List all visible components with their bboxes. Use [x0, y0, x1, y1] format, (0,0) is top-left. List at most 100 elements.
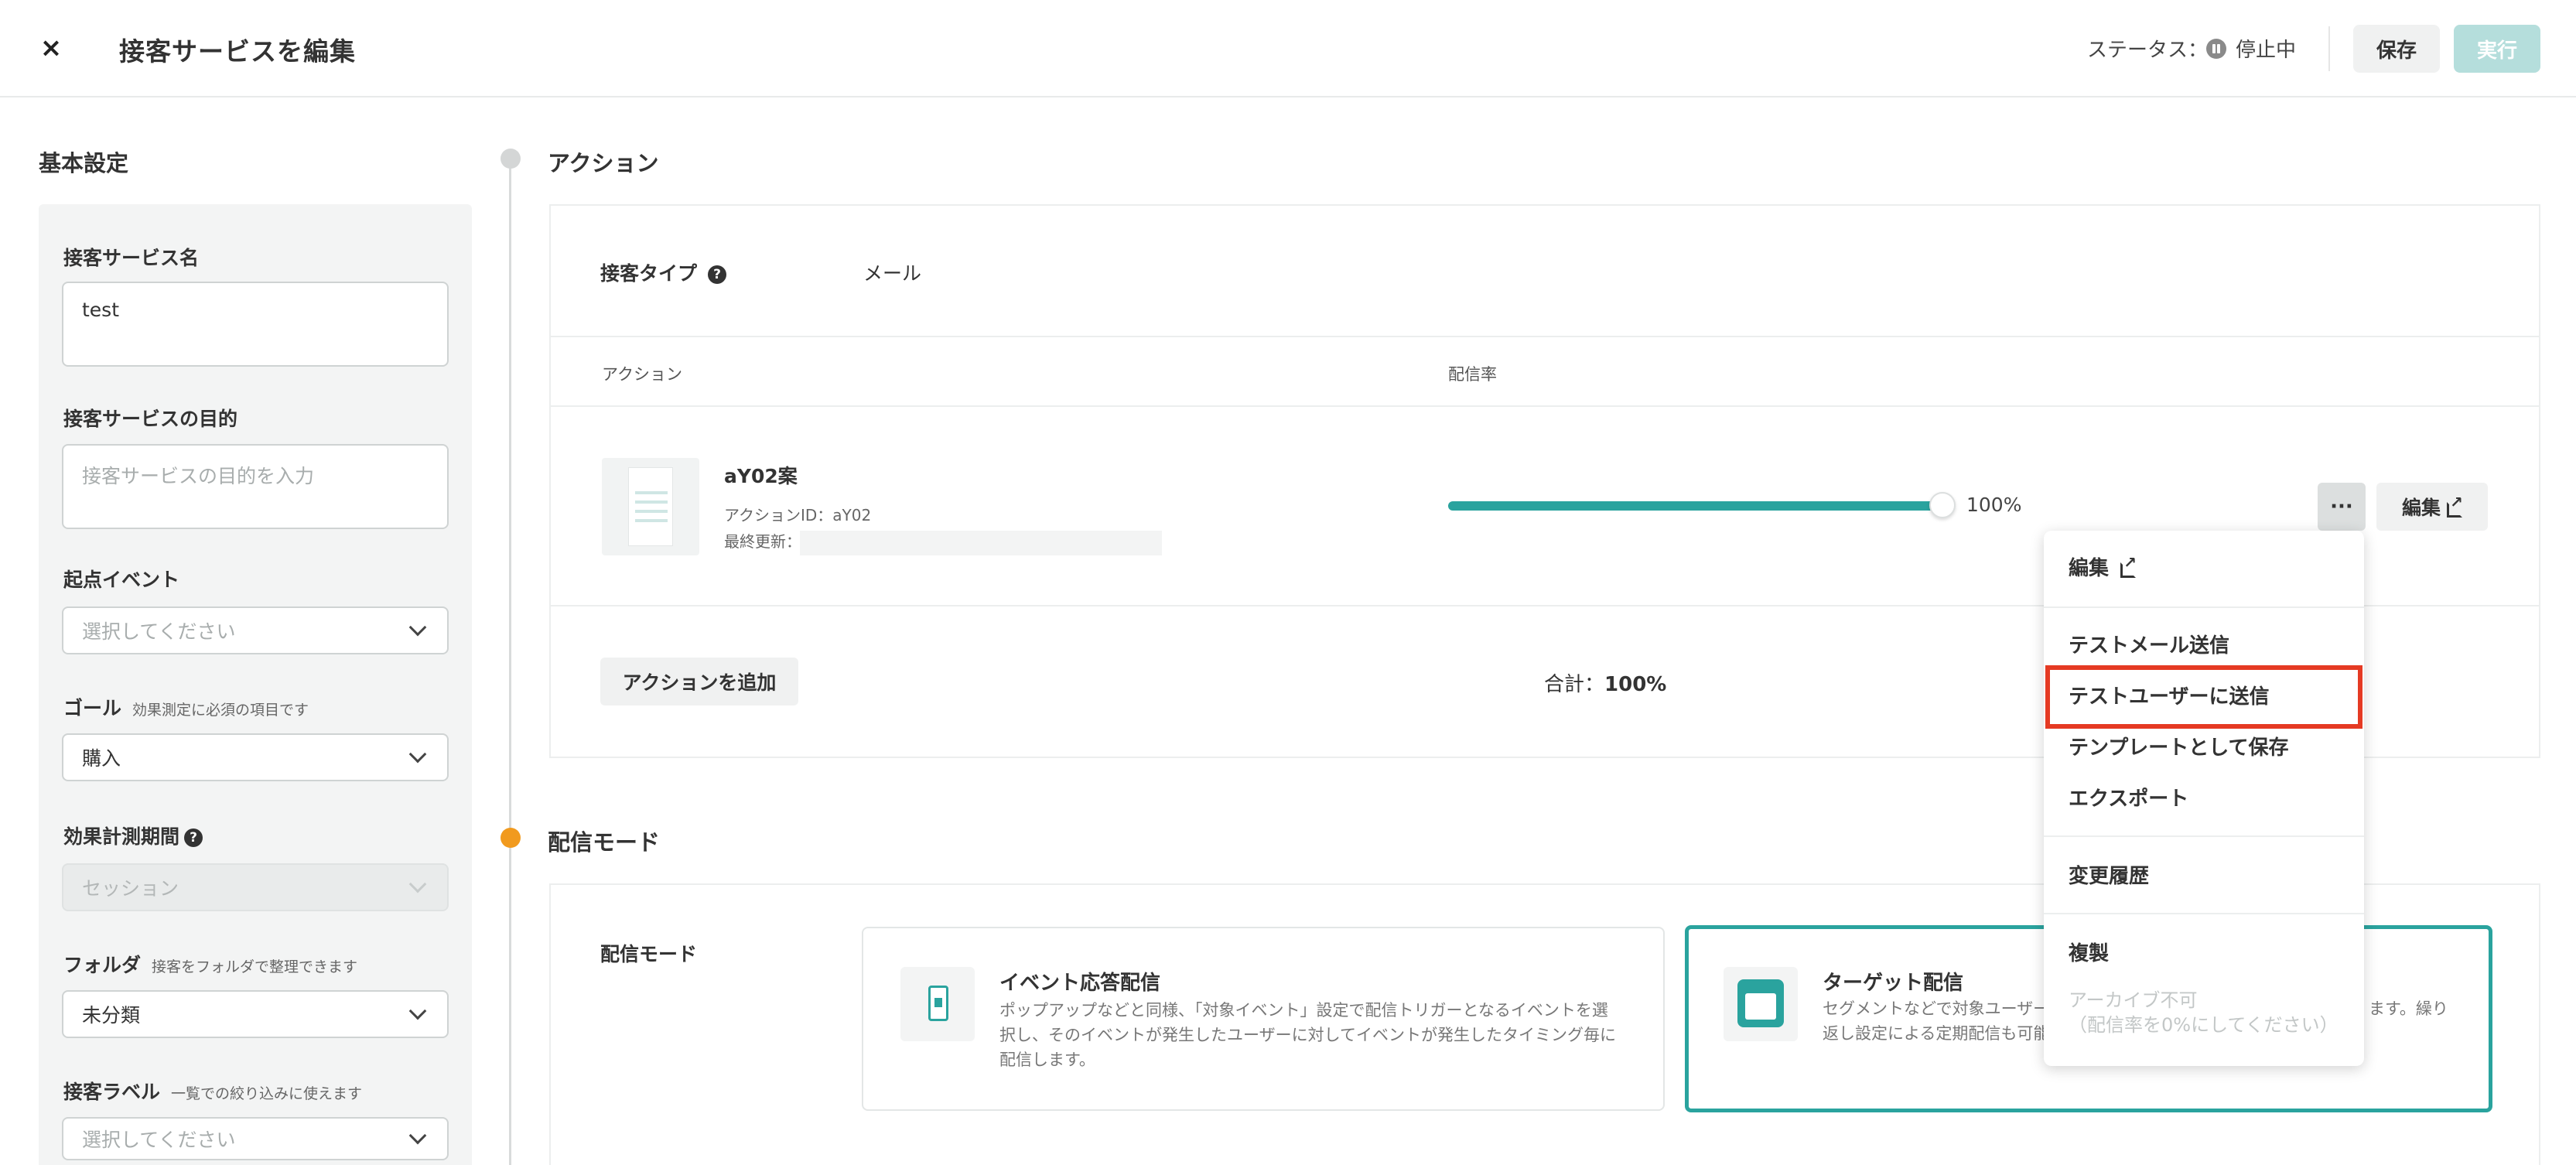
menu-item-export[interactable]: エクスポート: [2069, 783, 2188, 811]
column-header-rate: 配信率: [1448, 365, 1497, 384]
goal-label: ゴール 効果測定に必須の項目です: [63, 693, 309, 721]
more-options-button[interactable]: ···: [2318, 483, 2366, 531]
target-delivery-description-line2: 返し設定による定期配信も可能で: [1823, 1024, 2066, 1043]
tag-value: 選択してください: [82, 1129, 236, 1151]
period-label: 効果計測期間?: [63, 822, 203, 849]
thumbnail-line: [635, 510, 668, 513]
highlight-annotation: [2045, 665, 2362, 729]
start-event-value: 選択してください: [82, 620, 236, 643]
chevron-down-icon: [408, 618, 427, 637]
more-options-menu: 編集 テストメール送信 テストユーザーに送信 テンプレートとして保存 エクスポー…: [2044, 531, 2364, 1066]
help-icon[interactable]: ?: [184, 828, 203, 847]
timeline-line: [509, 159, 511, 1165]
last-updated-label: 最終更新：: [724, 532, 801, 551]
chevron-down-icon: [408, 1002, 427, 1020]
menu-item-test-mail[interactable]: テストメール送信: [2069, 630, 2229, 658]
tag-label-text: 接客ラベル: [63, 1081, 161, 1103]
menu-divider: [2044, 913, 2364, 914]
goal-select[interactable]: 購入: [62, 733, 449, 781]
period-value: セッション: [82, 877, 179, 900]
action-name: aY02案: [724, 465, 798, 487]
delivery-mode-label: 配信モード: [600, 943, 698, 965]
timeline-dot-delivery: [501, 828, 521, 848]
action-id: アクションID：aY02: [724, 506, 872, 524]
type-label: 接客タイプ?: [600, 258, 727, 286]
total-rate: 合計：100%: [1544, 668, 1666, 697]
goal-label-text: ゴール: [63, 697, 122, 719]
period-label-text: 効果計測期間: [63, 825, 180, 848]
tag-sublabel: 一覧での絞り込みに使えます: [171, 1085, 363, 1102]
status-value: 停止中: [2236, 39, 2297, 62]
total-label: 合計：: [1544, 673, 1605, 696]
service-name-label: 接客サービス名: [63, 247, 200, 269]
header-bar: × 接客サービスを編集 ステータス： 停止中 保存 実行: [0, 0, 2576, 97]
event-delivery-title: イベント応答配信: [999, 972, 1161, 995]
action-thumbnail[interactable]: [602, 458, 699, 555]
divider: [551, 336, 2539, 337]
pause-icon: [2206, 39, 2226, 59]
target-delivery-description-line1-end: ます。繰り: [2369, 999, 2448, 1018]
folder-label: フォルダ 接客をフォルダで整理できます: [63, 950, 357, 978]
close-button[interactable]: ×: [36, 29, 67, 67]
run-button[interactable]: 実行: [2454, 25, 2540, 73]
thumbnail-line: [635, 501, 668, 504]
header-divider: [2328, 26, 2330, 71]
menu-item-edit[interactable]: 編集: [2069, 552, 2137, 581]
event-delivery-icon: [900, 967, 975, 1041]
add-action-button[interactable]: アクションを追加: [600, 658, 798, 705]
edit-action-button[interactable]: 編集: [2376, 483, 2488, 531]
thumbnail-line: [635, 519, 668, 522]
menu-item-archive-hint: （配信率を0%にしてください）: [2069, 1014, 2339, 1036]
thumbnail-preview: [628, 467, 673, 546]
page-title: 接客サービスを編集: [119, 36, 356, 67]
phone-shape-inner: [934, 998, 942, 1007]
target-delivery-description-line1: セグメントなどで対象ユーザー: [1823, 999, 2050, 1018]
chevron-down-icon: [408, 1126, 427, 1145]
basic-settings-title: 基本設定: [39, 150, 129, 176]
delivery-section-title: 配信モード: [548, 829, 661, 856]
menu-item-history[interactable]: 変更履歴: [2069, 860, 2149, 889]
edit-action-label: 編集: [2401, 497, 2441, 519]
thumbnail-line: [635, 491, 668, 494]
chevron-down-icon: [408, 745, 427, 764]
service-name-input[interactable]: test: [62, 282, 449, 367]
purpose-input[interactable]: 接客サービスの目的を入力: [62, 444, 449, 529]
period-select: セッション: [62, 863, 449, 911]
save-button[interactable]: 保存: [2353, 25, 2440, 73]
goal-sublabel: 効果測定に必須の項目です: [132, 702, 309, 719]
event-delivery-description: ポップアップなどと同様、「対象イベント」設定で配信トリガーとなるイベントを選択し…: [999, 1001, 1616, 1069]
target-delivery-title: ターゲット配信: [1823, 972, 1964, 995]
purpose-label: 接客サービスの目的: [63, 408, 238, 430]
action-section-title: アクション: [548, 150, 659, 176]
menu-item-archive-disabled: アーカイブ不可: [2069, 989, 2198, 1011]
help-icon[interactable]: ?: [708, 265, 727, 284]
total-value: 100%: [1604, 673, 1667, 696]
tag-label: 接客ラベル 一覧での絞り込みに使えます: [63, 1077, 362, 1105]
calendar-shape-inner: [1745, 993, 1776, 1020]
divider: [551, 405, 2539, 407]
menu-divider: [2044, 835, 2364, 837]
menu-item-edit-label: 編集: [2069, 557, 2110, 580]
last-updated-redacted: [800, 531, 1162, 555]
menu-item-save-template[interactable]: テンプレートとして保存: [2069, 732, 2288, 760]
folder-sublabel: 接客をフォルダで整理できます: [152, 958, 358, 975]
start-event-select[interactable]: 選択してください: [62, 606, 449, 654]
chevron-down-icon: [408, 875, 427, 893]
folder-select[interactable]: 未分類: [62, 990, 449, 1038]
delivery-rate-value: 100%: [1966, 494, 2022, 516]
start-event-label: 起点イベント: [63, 569, 180, 591]
menu-item-duplicate[interactable]: 複製: [2069, 938, 2109, 966]
target-delivery-icon: [1724, 967, 1798, 1041]
status-label: ステータス：: [2087, 39, 2209, 62]
column-header-action: アクション: [602, 365, 682, 384]
external-link-icon: [2120, 553, 2137, 578]
type-label-text: 接客タイプ: [600, 262, 698, 285]
menu-divider: [2044, 606, 2364, 608]
tag-select[interactable]: 選択してください: [62, 1117, 449, 1160]
folder-label-text: フォルダ: [63, 954, 142, 976]
delivery-rate-slider-handle[interactable]: [1929, 492, 1956, 518]
type-value: メール: [863, 262, 922, 285]
external-link-icon: [2447, 493, 2463, 518]
timeline-dot-action: [501, 149, 521, 169]
delivery-rate-slider-track[interactable]: [1448, 501, 1942, 511]
